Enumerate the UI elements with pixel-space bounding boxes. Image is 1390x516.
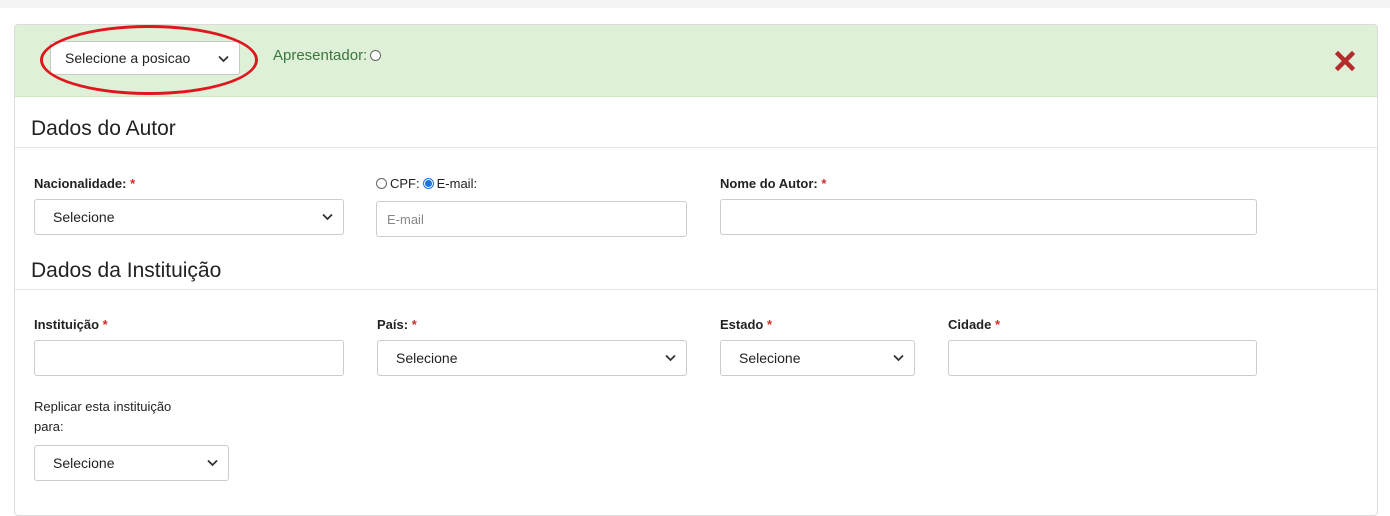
replicate-label-line1: Replicar esta instituição xyxy=(34,399,172,414)
doc-type-group: CPF: E-mail: xyxy=(376,176,477,191)
state-label: Estado * xyxy=(720,317,772,332)
replicate-label-line2: para: xyxy=(34,419,64,434)
country-label-text: País: xyxy=(377,317,409,332)
institution-divider xyxy=(15,289,1377,290)
city-label: Cidade * xyxy=(948,317,1000,332)
nationality-select-value: Selecione xyxy=(53,209,115,225)
nationality-label: Nacionalidade: * xyxy=(34,176,135,191)
position-select[interactable]: Selecione a posicao xyxy=(50,41,240,75)
chevron-down-icon xyxy=(322,213,333,221)
replicate-label: Replicar esta instituição para: xyxy=(34,397,171,437)
chevron-down-icon xyxy=(207,459,218,467)
city-input[interactable] xyxy=(948,340,1257,376)
presenter-label: Apresentador: xyxy=(273,47,368,64)
author-name-input[interactable] xyxy=(720,199,1257,235)
required-mark: * xyxy=(411,317,417,332)
chevron-down-icon xyxy=(665,354,676,362)
cpf-radio[interactable] xyxy=(376,178,387,189)
state-select-value: Selecione xyxy=(739,350,801,366)
country-label: País: * xyxy=(377,317,417,332)
presenter-radio[interactable] xyxy=(370,50,382,61)
position-select-value: Selecione a posicao xyxy=(65,50,191,66)
country-select[interactable]: Selecione xyxy=(377,340,687,376)
required-mark: * xyxy=(994,317,1001,332)
institution-input[interactable] xyxy=(34,340,344,376)
email-input[interactable]: E-mail xyxy=(376,201,687,237)
presenter-group: Apresentador: xyxy=(273,47,382,64)
author-name-label-text: Nome do Autor: xyxy=(720,176,818,191)
author-divider xyxy=(15,147,1377,148)
chevron-down-icon xyxy=(218,55,229,63)
replicate-select[interactable]: Selecione xyxy=(34,445,229,481)
required-mark: * xyxy=(102,317,108,332)
replicate-select-value: Selecione xyxy=(53,455,115,471)
email-label: E-mail: xyxy=(436,176,478,191)
author-section-title: Dados do Autor xyxy=(31,117,176,140)
nationality-select[interactable]: Selecione xyxy=(34,199,344,235)
state-select[interactable]: Selecione xyxy=(720,340,915,376)
institution-section-title: Dados da Instituição xyxy=(31,259,222,282)
state-label-text: Estado xyxy=(720,317,764,332)
top-strip xyxy=(0,0,1390,8)
cpf-label: CPF: xyxy=(390,176,420,191)
required-mark: * xyxy=(766,317,773,332)
required-mark: * xyxy=(130,176,136,191)
country-select-value: Selecione xyxy=(396,350,458,366)
author-panel: Selecione a posicao Apresentador: Dados … xyxy=(14,24,1378,516)
close-icon[interactable] xyxy=(1335,51,1355,71)
panel-header: Selecione a posicao Apresentador: xyxy=(15,25,1377,97)
email-input-placeholder: E-mail xyxy=(387,211,424,227)
institution-label: Instituição * xyxy=(34,317,108,332)
required-mark: * xyxy=(821,176,827,191)
nationality-label-text: Nacionalidade: xyxy=(34,176,127,191)
institution-label-text: Instituição xyxy=(34,317,100,332)
city-label-text: Cidade xyxy=(948,317,992,332)
email-radio[interactable] xyxy=(422,178,434,189)
author-name-label: Nome do Autor: * xyxy=(720,176,826,191)
chevron-down-icon xyxy=(893,354,904,362)
